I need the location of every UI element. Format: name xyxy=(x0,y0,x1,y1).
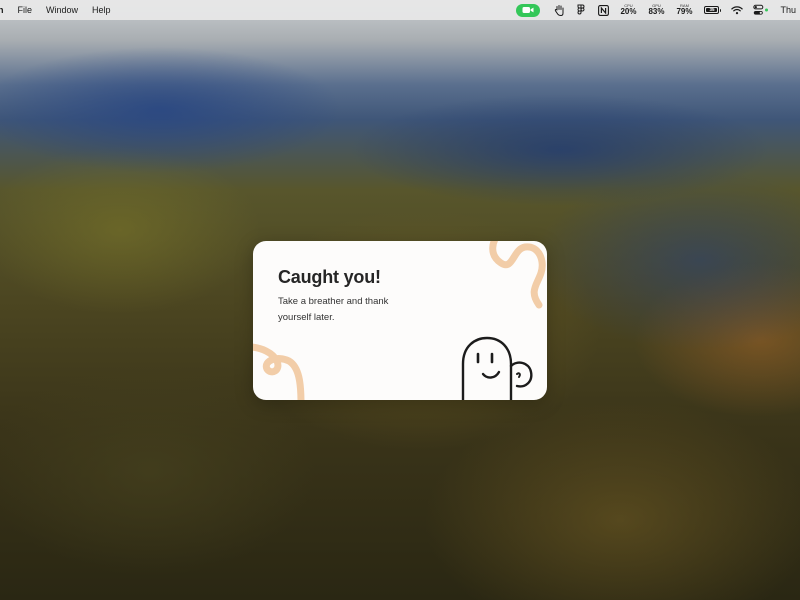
ram-value: 79% xyxy=(676,7,693,16)
squiggle-bottom-left-icon xyxy=(253,343,305,400)
card-title: Caught you! xyxy=(278,267,381,287)
gpu-value: 83% xyxy=(648,7,665,16)
wifi-icon[interactable] xyxy=(731,3,744,17)
menubar-clock[interactable]: Thu xyxy=(774,5,800,15)
cpu-stat[interactable]: CPU 20% xyxy=(614,4,642,16)
hand-icon[interactable] xyxy=(553,3,565,17)
cpu-value: 20% xyxy=(620,7,637,16)
notion-icon[interactable] xyxy=(597,3,609,17)
menu-app-name[interactable]: n xyxy=(0,0,11,20)
desktop-background: n File Window Help CPU 20% GPU 83% RAM 7… xyxy=(0,0,800,600)
gpu-stat[interactable]: GPU 83% xyxy=(642,4,670,16)
battery-level: 35 xyxy=(706,7,718,12)
card-message: Take a breather and thank yourself later… xyxy=(278,296,389,323)
menu-file[interactable]: File xyxy=(11,0,40,20)
facetime-camera-icon[interactable] xyxy=(516,3,541,17)
battery-icon[interactable]: 35 xyxy=(704,6,722,14)
menu-help[interactable]: Help xyxy=(85,0,118,20)
ghost-mascot-icon xyxy=(461,336,533,400)
menu-bar: n File Window Help CPU 20% GPU 83% RAM 7… xyxy=(0,0,800,20)
control-center-icon[interactable] xyxy=(753,3,769,17)
squiggle-top-right-icon xyxy=(489,241,546,309)
ram-stat[interactable]: RAM 79% xyxy=(670,4,698,16)
break-reminder-card: Caught you! Take a breather and thank yo… xyxy=(253,241,547,400)
figma-icon[interactable] xyxy=(575,3,587,17)
menu-window[interactable]: Window xyxy=(39,0,85,20)
